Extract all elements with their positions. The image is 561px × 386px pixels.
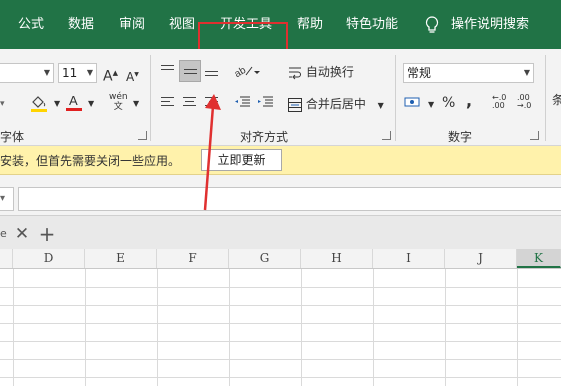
column-header-k[interactable]: K	[517, 249, 561, 268]
column-header-i[interactable]: I	[373, 249, 445, 268]
column-header-d[interactable]: D	[13, 249, 85, 268]
increase-indent-icon	[258, 96, 273, 107]
chevron-down-icon: ▼	[86, 68, 93, 77]
chevron-down-icon[interactable]: ▼	[428, 97, 434, 113]
shrink-font-icon: A	[126, 70, 135, 84]
merge-cells-icon	[288, 97, 302, 112]
chevron-down-icon[interactable]: ▼	[54, 96, 60, 112]
top-align-icon	[161, 65, 174, 73]
bottom-align-icon	[205, 71, 218, 79]
font-group-label: 字体	[0, 130, 25, 144]
decrease-indent-icon	[235, 96, 250, 107]
column-header-g[interactable]: G	[229, 249, 301, 268]
column-header-h[interactable]: H	[301, 249, 373, 268]
grid-line	[0, 323, 561, 324]
group-separator	[150, 55, 151, 141]
chevron-down-icon[interactable]: ▼	[88, 96, 94, 112]
chevron-down-icon[interactable]: ▼	[133, 96, 139, 112]
formula-bar: ▾	[0, 175, 561, 215]
alignment-group-label: 对齐方式	[240, 130, 289, 144]
sheet-tab-strip	[0, 215, 561, 251]
svg-text:A: A	[69, 93, 78, 108]
scroll-left-icon[interactable]: e	[0, 222, 7, 246]
column-header-e[interactable]: E	[85, 249, 157, 268]
grid-line	[0, 377, 561, 378]
tab-data[interactable]: 数据	[68, 0, 94, 49]
merge-center-label: 合并后居中	[305, 97, 366, 111]
conditional-format-partial-label[interactable]: 条	[552, 92, 561, 108]
tell-me-search[interactable]: 操作说明搜索	[451, 0, 529, 49]
chevron-down-icon: ▼	[523, 68, 530, 77]
grid-line	[0, 341, 561, 342]
fill-color-button[interactable]	[30, 94, 48, 116]
merge-center-button[interactable]: 合并后居中 ▼	[288, 96, 384, 114]
font-color-button[interactable]: A	[66, 93, 82, 117]
top-align-button[interactable]	[157, 60, 179, 82]
lightbulb-icon[interactable]	[425, 0, 439, 49]
group-separator	[395, 55, 396, 141]
decrease-font-size-button[interactable]: A▼	[126, 67, 139, 85]
middle-align-icon	[184, 69, 197, 77]
tab-view[interactable]: 视图	[169, 0, 195, 49]
close-icon[interactable]: ✕	[11, 222, 33, 246]
comma-style-button[interactable]: ,	[466, 93, 472, 109]
grid-line	[0, 359, 561, 360]
decrease-indent-button[interactable]	[234, 95, 250, 113]
align-left-button[interactable]	[157, 92, 179, 114]
align-left-icon	[161, 97, 174, 109]
message-bar: 安装，但首先需要关闭一些应用。 立即更新	[0, 146, 561, 175]
number-format-value: 常规	[407, 66, 432, 80]
add-sheet-icon[interactable]: +	[36, 222, 58, 246]
column-header-f[interactable]: F	[157, 249, 229, 268]
tab-special-features[interactable]: 特色功能	[346, 0, 398, 49]
grid-line	[0, 305, 561, 306]
column-header-partial[interactable]	[0, 249, 13, 268]
name-box[interactable]: ▾	[0, 187, 14, 211]
message-text: 安装，但首先需要关闭一些应用。	[0, 154, 181, 168]
column-header-j[interactable]: J	[445, 249, 517, 268]
bottom-align-button[interactable]	[201, 60, 223, 82]
wrap-text-label: 自动换行	[305, 65, 354, 79]
font-dialog-launcher-icon[interactable]	[138, 131, 147, 140]
chevron-down-icon: ▼	[377, 101, 384, 110]
accounting-format-button[interactable]	[404, 95, 422, 113]
increase-font-size-button[interactable]: A▲	[103, 65, 118, 85]
formula-input[interactable]	[18, 187, 561, 211]
grid-line	[0, 287, 561, 288]
middle-align-button[interactable]	[179, 60, 201, 82]
percent-style-button[interactable]: %	[442, 95, 455, 111]
group-separator	[545, 55, 546, 141]
orientation-button[interactable]: ab	[233, 63, 260, 83]
decrease-decimal-button[interactable]: .00 →.0	[517, 94, 531, 110]
increase-decimal-button[interactable]: ←.0 .00	[492, 94, 506, 110]
phonetic-label: wén	[109, 92, 128, 102]
svg-text:ab: ab	[234, 65, 248, 79]
grow-font-icon: A	[103, 68, 113, 85]
font-color-icon: A	[66, 93, 82, 111]
alignment-dialog-launcher-icon[interactable]	[382, 131, 391, 140]
font-name-dropdown[interactable]: ▼	[0, 63, 54, 83]
font-size-dropdown[interactable]: 11 ▼	[58, 63, 97, 83]
number-format-dropdown[interactable]: 常规 ▼	[403, 63, 534, 83]
wrap-text-button[interactable]: 自动换行	[288, 64, 354, 80]
tab-formulas[interactable]: 公式	[18, 0, 44, 49]
phonetic-sub: 文	[113, 102, 123, 112]
paint-bucket-icon	[31, 96, 47, 112]
number-group-label: 数字	[448, 130, 473, 144]
currency-icon	[404, 97, 420, 107]
text-orientation-icon: ab	[233, 65, 260, 80]
tab-help[interactable]: 帮助	[297, 0, 323, 49]
increase-indent-button[interactable]	[257, 95, 273, 113]
chevron-down-icon: ▼	[43, 68, 50, 77]
border-button-edge[interactable]: ▾	[0, 96, 5, 112]
number-dialog-launcher-icon[interactable]	[530, 131, 539, 140]
wrap-text-icon	[289, 67, 301, 79]
tab-review[interactable]: 审阅	[119, 0, 145, 49]
font-size-value: 11	[62, 66, 78, 80]
phonetic-guide-button[interactable]: wén 文	[109, 92, 128, 112]
red-arrow-annotation	[203, 94, 221, 211]
